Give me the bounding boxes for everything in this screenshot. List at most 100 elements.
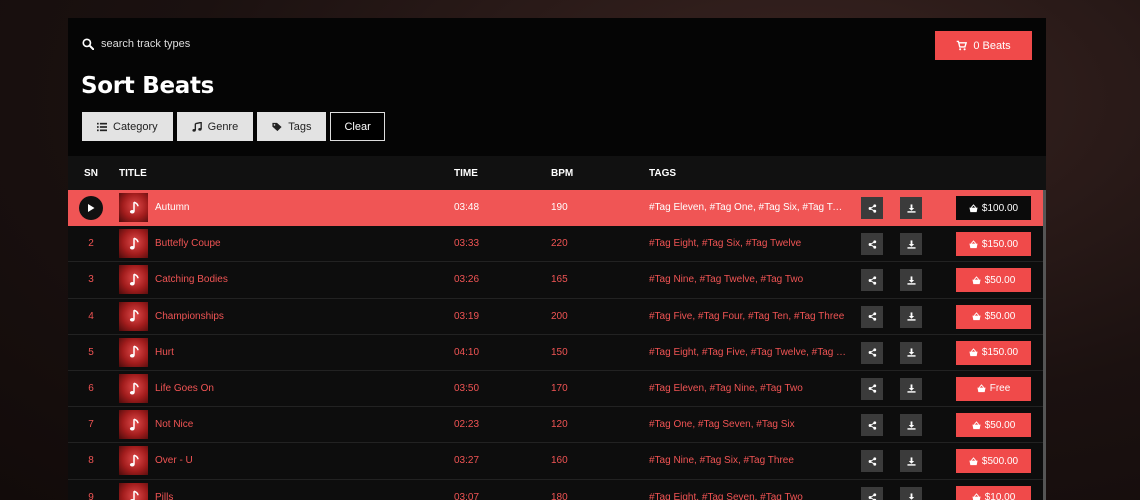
row-sn: 8 <box>88 455 94 467</box>
download-button[interactable] <box>900 197 922 219</box>
table-row[interactable]: 6 Life Goes On 03:50 170 #Tag Eleven, #T… <box>68 370 1046 408</box>
share-button[interactable] <box>861 341 883 364</box>
track-bpm: 220 <box>551 238 568 250</box>
track-title[interactable]: Hurt <box>155 347 174 358</box>
filter-bar: Category Genre Tags Clear <box>82 112 385 141</box>
share-icon <box>868 384 876 394</box>
row-title-cell[interactable]: Over - U <box>114 446 454 476</box>
download-icon <box>906 384 916 394</box>
row-title-cell[interactable]: Hurt <box>114 337 454 367</box>
row-title-cell[interactable]: Buttefly Coupe <box>114 229 454 259</box>
download-button[interactable] <box>900 414 922 437</box>
add-to-cart-button[interactable]: $50.00 <box>956 413 1031 438</box>
basket-icon <box>969 457 978 465</box>
track-time: 03:27 <box>454 455 480 467</box>
add-to-cart-button[interactable]: $150.00 <box>956 232 1031 257</box>
download-button[interactable] <box>900 450 922 473</box>
row-sn: 4 <box>88 310 94 322</box>
price-label: $150.00 <box>981 238 1019 250</box>
track-tags: #Tag Nine, #Tag Twelve, #Tag Two <box>649 274 804 286</box>
track-time: 03:07 <box>454 491 480 500</box>
track-title[interactable]: Autumn <box>155 202 189 213</box>
track-time: 03:26 <box>454 274 480 286</box>
table-row[interactable]: 2 Buttefly Coupe 03:33 220 #Tag Eight, #… <box>68 226 1046 263</box>
track-title[interactable]: Life Goes On <box>155 383 214 394</box>
play-button[interactable] <box>79 195 103 220</box>
share-button[interactable] <box>861 197 883 219</box>
download-button[interactable] <box>900 269 922 292</box>
share-icon <box>868 348 876 357</box>
beats-panel: search track types 0 Beats Sort Beats Ca… <box>68 18 1046 500</box>
tags-filter-button[interactable]: Tags <box>257 112 327 141</box>
share-icon <box>868 276 876 285</box>
genre-filter-button[interactable]: Genre <box>176 112 254 141</box>
add-to-cart-button[interactable]: $150.00 <box>956 340 1031 365</box>
download-button[interactable] <box>900 233 922 256</box>
download-button[interactable] <box>900 341 922 364</box>
row-title-cell[interactable]: Autumn <box>114 193 454 223</box>
basket-icon <box>969 348 978 357</box>
share-button[interactable] <box>861 450 883 473</box>
table-row[interactable]: Autumn 03:48 190 #Tag Eleven, #Tag One, … <box>68 190 1046 227</box>
add-to-cart-button[interactable]: $100.00 <box>956 196 1031 220</box>
add-to-cart-button[interactable]: $50.00 <box>956 268 1031 293</box>
track-title[interactable]: Catching Bodies <box>155 274 228 285</box>
row-sn: 5 <box>88 346 94 358</box>
download-icon <box>906 348 916 357</box>
table-row[interactable]: 9 Pills 03:07 180 #Tag Eight, #Tag Seven… <box>68 479 1046 500</box>
track-bpm: 200 <box>551 310 568 322</box>
share-button[interactable] <box>861 305 883 328</box>
track-time: 03:33 <box>454 238 480 250</box>
track-thumbnail <box>119 229 148 259</box>
add-to-cart-button[interactable]: $10.00 <box>956 485 1031 500</box>
track-bpm: 120 <box>551 419 568 431</box>
track-title[interactable]: Not Nice <box>155 419 193 430</box>
table-scrollbar[interactable] <box>1043 190 1046 500</box>
add-to-cart-button[interactable]: Free <box>956 376 1031 401</box>
row-sn: 3 <box>88 274 94 286</box>
track-tags: #Tag Eleven, #Tag One, #Tag Six, #Tag Tw… <box>649 202 849 214</box>
table-row[interactable]: 4 Championships 03:19 200 #Tag Five, #Ta… <box>68 298 1046 335</box>
table-row[interactable]: 8 Over - U 03:27 160 #Tag Nine, #Tag Six… <box>68 443 1046 480</box>
share-icon <box>868 240 876 249</box>
share-button[interactable] <box>861 377 883 400</box>
add-to-cart-button[interactable]: $500.00 <box>956 449 1031 474</box>
row-title-cell[interactable]: Catching Bodies <box>114 265 454 295</box>
table-row[interactable]: 5 Hurt 04:10 150 #Tag Eight, #Tag Five, … <box>68 334 1046 371</box>
table-row[interactable]: 7 Not Nice 02:23 120 #Tag One, #Tag Seve… <box>68 407 1046 444</box>
share-button[interactable] <box>861 486 883 500</box>
track-title[interactable]: Pills <box>155 492 173 500</box>
row-title-cell[interactable]: Life Goes On <box>114 374 454 404</box>
row-title-cell[interactable]: Championships <box>114 301 454 331</box>
download-button[interactable] <box>900 486 922 500</box>
track-thumbnail <box>119 410 148 440</box>
category-filter-button[interactable]: Category <box>82 112 173 141</box>
row-title-cell[interactable]: Pills <box>114 482 454 500</box>
row-title-cell[interactable]: Not Nice <box>114 410 454 440</box>
track-bpm: 170 <box>551 383 568 395</box>
download-button[interactable] <box>900 377 922 400</box>
add-to-cart-button[interactable]: $50.00 <box>956 304 1031 329</box>
share-icon <box>868 493 876 500</box>
track-bpm: 190 <box>551 202 568 214</box>
track-title[interactable]: Championships <box>155 311 224 322</box>
music-note-icon <box>129 237 139 250</box>
clear-filter-button[interactable]: Clear <box>330 112 385 141</box>
row-sn: 6 <box>88 383 94 395</box>
track-title[interactable]: Buttefly Coupe <box>155 238 221 249</box>
header-bpm: BPM <box>551 167 574 179</box>
list-icon <box>97 122 107 131</box>
music-note-icon <box>129 201 139 214</box>
search-box[interactable]: search track types <box>82 38 190 50</box>
download-icon <box>906 276 916 285</box>
track-title[interactable]: Over - U <box>155 455 193 466</box>
share-button[interactable] <box>861 233 883 256</box>
cart-button[interactable]: 0 Beats <box>935 31 1032 60</box>
download-icon <box>906 421 916 430</box>
table-row[interactable]: 3 Catching Bodies 03:26 165 #Tag Nine, #… <box>68 262 1046 299</box>
download-button[interactable] <box>900 305 922 328</box>
share-button[interactable] <box>861 414 883 437</box>
share-button[interactable] <box>861 269 883 292</box>
header-time: TIME <box>454 167 478 179</box>
beats-table: SN TITLE TIME BPM TAGS Autumn 03:48 190 … <box>68 156 1046 500</box>
